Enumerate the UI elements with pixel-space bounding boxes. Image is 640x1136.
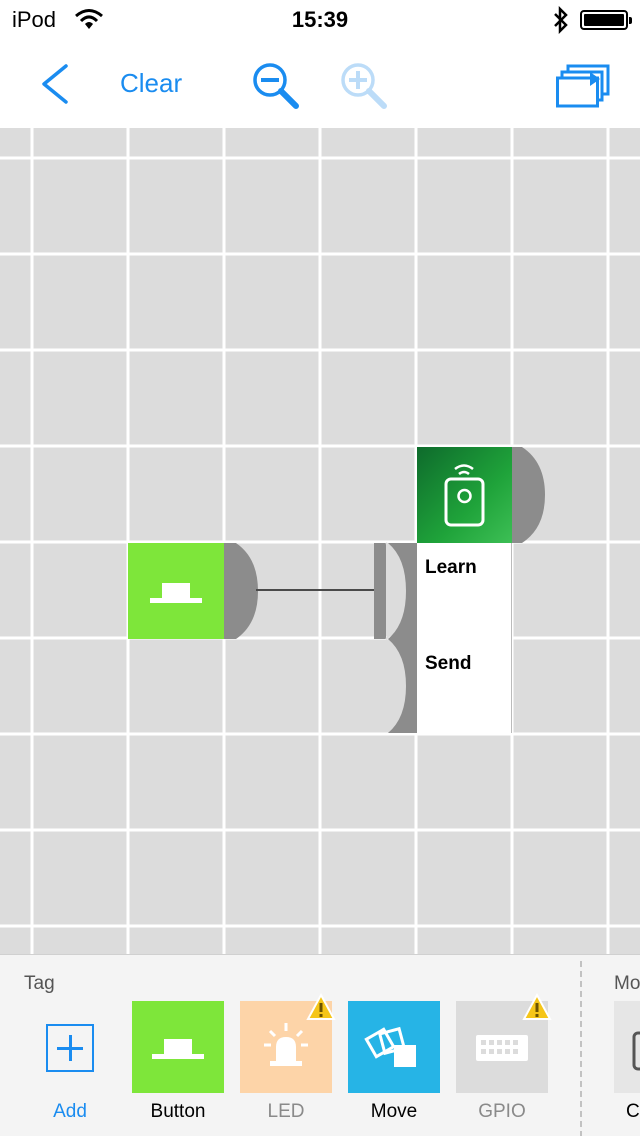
- button-tile-label: Button: [150, 1101, 206, 1122]
- plus-icon: [46, 1024, 94, 1072]
- add-label[interactable]: Add: [15, 1101, 125, 1123]
- program-canvas[interactable]: Learn Send: [0, 128, 640, 954]
- next-section-title: Mo: [614, 973, 640, 994]
- button-block[interactable]: [128, 543, 224, 639]
- section-divider: [580, 961, 582, 1136]
- palette-section-title: Tag: [24, 973, 55, 994]
- add-tag-button[interactable]: [24, 1001, 116, 1093]
- remote-output-connector: [512, 447, 545, 543]
- send-port-label[interactable]: Send: [425, 653, 471, 675]
- ir-remote-icon: [444, 464, 485, 527]
- play-slides-icon[interactable]: [556, 62, 612, 108]
- block-palette: Tag Mo Add Button LED Move GPIO C: [0, 954, 640, 1136]
- palette-button-tile[interactable]: [132, 1001, 224, 1093]
- palette-gpio-tile[interactable]: [456, 993, 552, 1093]
- zoom-in-icon[interactable]: [338, 60, 390, 112]
- warning-icon: [306, 993, 336, 1020]
- canvas-grid: [0, 128, 640, 954]
- partial-tile-icon: [632, 1031, 640, 1071]
- status-bar: iPod 15:39: [0, 0, 640, 40]
- button-output-connector: [224, 543, 258, 639]
- ir-remote-block[interactable]: [417, 447, 512, 543]
- battery-icon: [580, 10, 632, 30]
- ir-remote-actions: Learn Send: [417, 543, 512, 733]
- partial-tile-label: C: [626, 1101, 640, 1122]
- led-tile-label: LED: [267, 1101, 305, 1122]
- clear-button[interactable]: Clear: [120, 68, 182, 99]
- palette-partial-tile[interactable]: [614, 1001, 640, 1093]
- clock-time: 15:39: [291, 7, 349, 32]
- nav-bar: Clear: [0, 40, 640, 128]
- palette-led-tile[interactable]: [240, 993, 336, 1093]
- palette-move-tile[interactable]: [348, 1001, 440, 1093]
- learn-port-label[interactable]: Learn: [425, 557, 477, 579]
- bluetooth-icon: [554, 6, 568, 34]
- learn-input-connector: [374, 543, 386, 639]
- gpio-tile-label: GPIO: [478, 1101, 526, 1122]
- send-input-connector: [388, 639, 417, 733]
- move-tile-label: Move: [370, 1101, 418, 1122]
- move-cards-icon: [364, 1026, 416, 1067]
- warning-icon: [522, 993, 552, 1020]
- back-chevron-icon[interactable]: [32, 62, 76, 106]
- push-button-icon: [150, 583, 202, 603]
- push-button-icon: [152, 1039, 204, 1059]
- zoom-out-icon[interactable]: [250, 60, 302, 112]
- connection-wire: [256, 589, 374, 591]
